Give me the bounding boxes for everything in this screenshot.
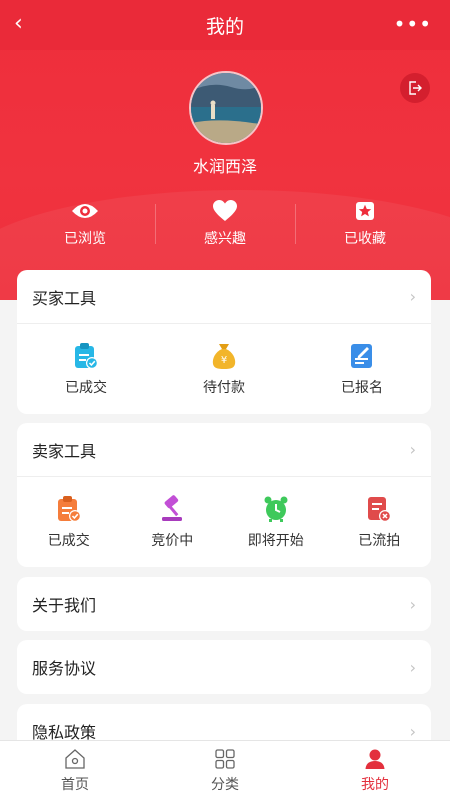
tab-home[interactable]: 首页: [0, 741, 150, 800]
buyer-tools-header[interactable]: 买家工具 ›: [17, 270, 431, 324]
buyer-tools-title: 买家工具: [32, 288, 97, 308]
stat-label: 感兴趣: [204, 231, 246, 247]
seller-tool-starting-soon[interactable]: 即将开始: [224, 495, 328, 550]
eye-icon: [72, 204, 98, 218]
grid-icon: [215, 749, 235, 769]
tool-label: 已成交: [47, 532, 90, 549]
seller-tools-card: 卖家工具 › 已成交 竞价中 即将开始 已流拍: [17, 423, 431, 567]
chevron-right-icon: ›: [409, 721, 416, 741]
clipboard-check-icon: [57, 495, 81, 522]
heart-icon: [213, 200, 237, 221]
clipboard-check-icon: [75, 342, 98, 369]
tab-label: 我的: [361, 777, 389, 793]
chevron-right-icon: ›: [409, 440, 416, 459]
document-x-icon: [368, 496, 392, 522]
menu-item-service-agreement[interactable]: 服务协议 ›: [17, 640, 431, 694]
home-icon: [65, 749, 85, 769]
menu-item-label: 关于我们: [32, 596, 97, 615]
stat-label: 已收藏: [344, 231, 386, 247]
chevron-right-icon: ›: [409, 657, 416, 677]
chevron-right-icon: ›: [409, 287, 416, 306]
money-bag-icon: ¥: [212, 343, 236, 369]
seller-tool-unsold[interactable]: 已流拍: [328, 495, 432, 550]
person-icon: [365, 749, 385, 769]
more-dots-icon: •••: [393, 12, 432, 36]
username: 水润西泽: [192, 157, 257, 176]
tool-label: 待付款: [203, 379, 245, 396]
more-button[interactable]: •••: [394, 12, 432, 36]
seller-tool-bidding[interactable]: 竞价中: [121, 494, 225, 550]
seller-tool-completed[interactable]: 已成交: [17, 495, 121, 550]
tool-label: 即将开始: [247, 532, 304, 549]
svg-text:¥: ¥: [221, 355, 227, 366]
tool-label: 已流拍: [358, 532, 401, 549]
page-title: 我的: [205, 16, 244, 38]
tab-label: 分类: [211, 777, 239, 793]
tab-label: 首页: [61, 777, 89, 793]
stat-label: 已浏览: [64, 231, 106, 247]
gavel-icon: [162, 494, 183, 521]
logout-button[interactable]: [400, 73, 430, 103]
menu-item-label: 服务协议: [32, 659, 97, 678]
form-edit-icon: [351, 343, 372, 368]
top-bar: ‹ 我的 •••: [0, 0, 450, 50]
seller-tools-header[interactable]: 卖家工具 ›: [17, 423, 431, 477]
buyer-tools-card: 买家工具 › 已成交 ¥ 待付款 已报名: [17, 270, 431, 414]
alarm-clock-icon: [264, 496, 288, 522]
tool-label: 竞价中: [151, 532, 194, 549]
tool-label: 已成交: [65, 379, 107, 396]
bottom-tab-bar: 首页 分类 我的: [0, 740, 450, 800]
avatar[interactable]: [189, 71, 263, 145]
buyer-tool-pending-payment[interactable]: ¥ 待付款: [155, 342, 293, 397]
tab-mine[interactable]: 我的: [300, 741, 450, 800]
stat-favorited[interactable]: 已收藏: [295, 200, 435, 250]
stats-row: 已浏览 感兴趣 已收藏: [15, 200, 435, 250]
chevron-right-icon: ›: [409, 594, 416, 614]
buyer-tool-registered[interactable]: 已报名: [293, 342, 431, 397]
stat-viewed[interactable]: 已浏览: [15, 200, 155, 250]
buyer-tool-completed[interactable]: 已成交: [17, 342, 155, 397]
stat-interested[interactable]: 感兴趣: [155, 200, 295, 250]
tool-label: 已报名: [341, 379, 383, 396]
menu-item-about-us[interactable]: 关于我们 ›: [17, 577, 431, 631]
tab-category[interactable]: 分类: [150, 741, 300, 800]
logout-icon: [409, 81, 422, 95]
star-icon: [356, 202, 374, 220]
seller-tools-title: 卖家工具: [32, 441, 97, 461]
